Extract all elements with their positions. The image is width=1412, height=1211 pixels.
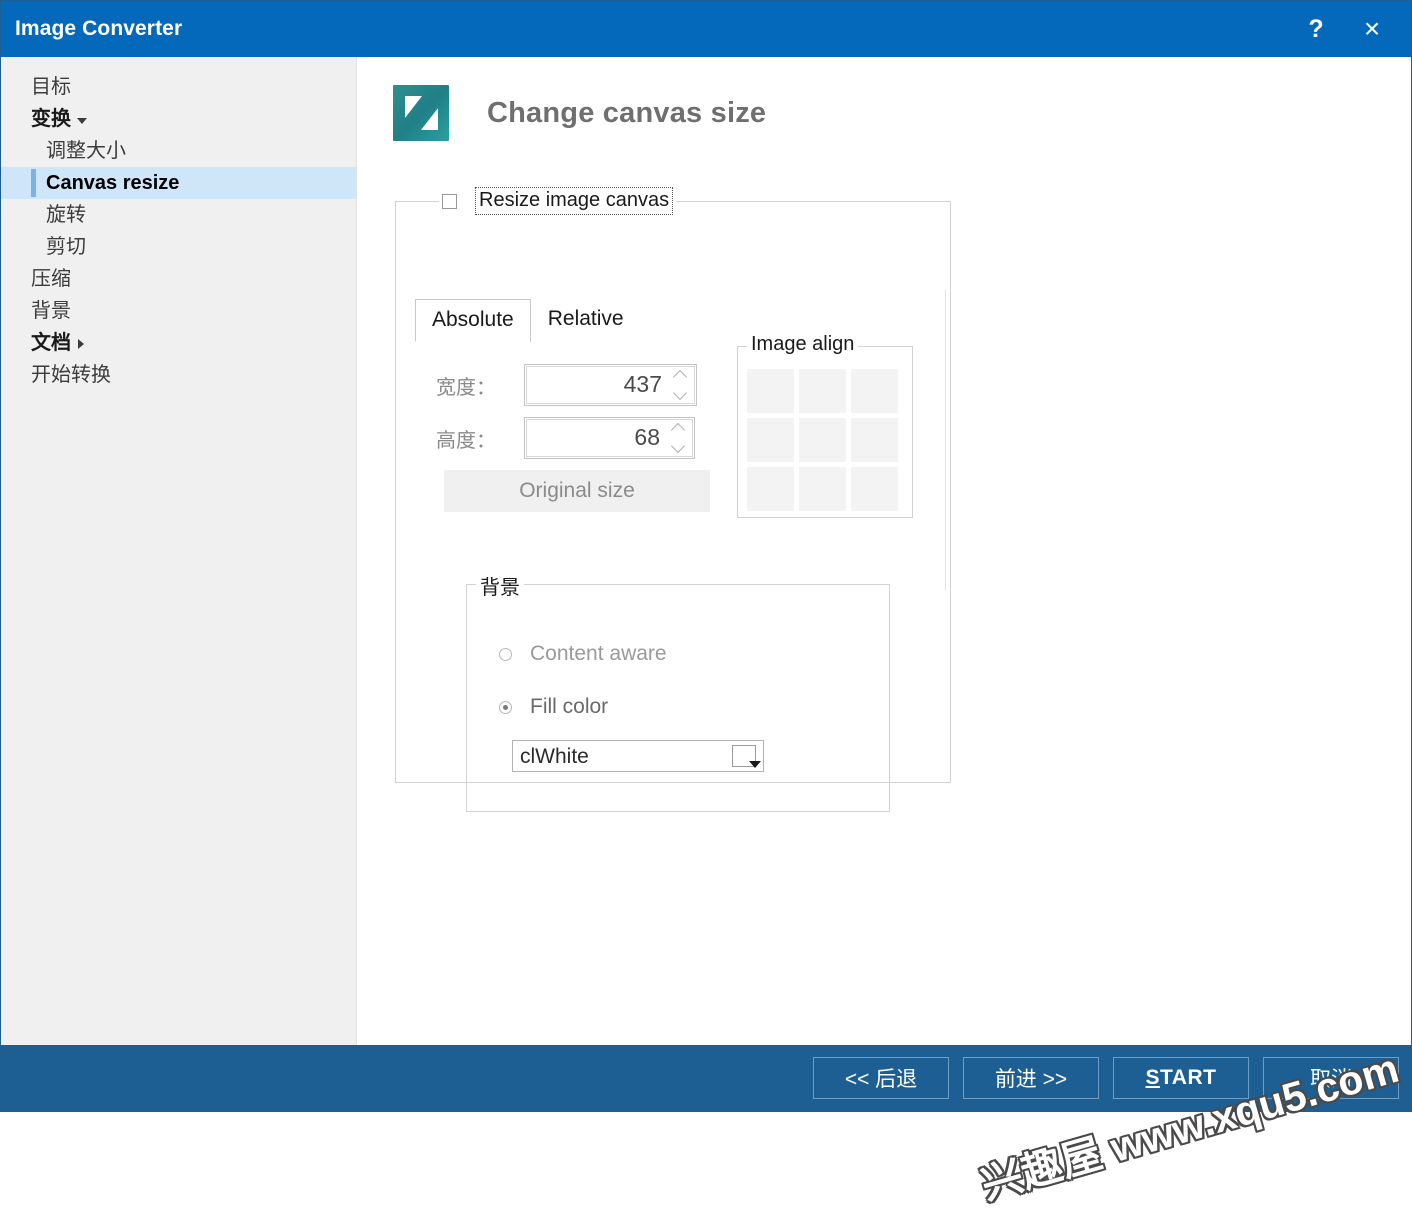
sidebar-item-4[interactable]: 旋转 [1,199,356,231]
sidebar-item-label: 压缩 [31,268,71,290]
height-spinner-buttons[interactable] [667,420,692,457]
panel-divider [945,290,946,590]
sidebar-item-2[interactable]: 调整大小 [1,135,356,167]
sidebar-item-8[interactable]: 文档 [1,327,356,359]
canvas-resize-icon [393,85,449,141]
resize-image-canvas-label[interactable]: Resize image canvas [475,187,674,215]
main-content: Change canvas size Resize image canvas A… [357,57,1411,1045]
size-mode-tabs: Absolute Relative [415,298,641,342]
sidebar-item-label: 开始转换 [31,364,111,386]
align-cell-middle-center[interactable] [799,418,846,462]
chevron-down-icon[interactable] [77,118,87,124]
height-stepper[interactable]: 68 [524,417,695,460]
chevron-down-icon[interactable] [672,386,688,401]
sidebar-item-label: 旋转 [46,204,86,226]
align-cell-top-center[interactable] [799,369,846,413]
image-align-legend: Image align [747,333,859,356]
width-spinner-buttons[interactable] [669,367,694,404]
height-label: 高度： [436,429,496,452]
window-title: Image Converter [15,17,183,40]
align-cell-bottom-right[interactable] [851,467,898,511]
image-align-group: Image align [737,333,913,518]
chevron-up-icon[interactable] [670,423,686,438]
radio-fill-color-mark[interactable] [499,700,512,714]
sidebar-item-label: 变换 [31,108,71,130]
fill-color-combobox[interactable]: clWhite [512,740,764,772]
sidebar-item-6[interactable]: 压缩 [1,263,356,295]
fill-color-swatch-wrap[interactable] [725,741,763,771]
height-field-row: 高度： 68 [436,417,695,460]
align-cell-top-right[interactable] [851,369,898,413]
align-cell-top-left[interactable] [747,369,794,413]
tab-absolute[interactable]: Absolute [415,299,531,342]
chevron-up-icon[interactable] [672,370,688,385]
radio-content-aware[interactable]: Content aware [499,642,667,666]
help-icon[interactable]: ? [1287,1,1345,57]
width-input[interactable]: 437 [527,367,669,404]
width-stepper[interactable]: 437 [524,364,697,407]
resize-image-canvas-checkbox-box[interactable] [442,193,457,209]
resize-image-canvas-checkbox[interactable]: Resize image canvas [439,187,677,215]
width-label: 宽度： [436,376,496,399]
original-size-button[interactable]: Original size [444,470,710,512]
cancel-button[interactable]: 取消 [1263,1057,1399,1099]
sidebar-item-9[interactable]: 开始转换 [1,359,356,391]
close-icon[interactable]: × [1343,1,1401,57]
sidebar-item-5[interactable]: 剪切 [1,231,356,263]
sidebar-item-label: 目标 [31,76,71,98]
chevron-down-icon[interactable] [670,439,686,454]
tab-relative[interactable]: Relative [531,298,641,341]
page-title: Change canvas size [487,96,767,129]
radio-fill-color[interactable]: Fill color [499,695,608,719]
sidebar-navigation: 目标变换调整大小 Canvas resize 旋转剪切压缩背景文档开始转换 [1,57,357,1045]
sidebar-item-1[interactable]: 变换 [1,103,356,135]
align-cell-middle-right[interactable] [851,418,898,462]
sidebar-item-label: 剪切 [46,236,86,258]
start-button[interactable]: S TART [1113,1057,1249,1099]
title-bar: Image Converter ? × [1,1,1411,57]
sidebar-item-label: 背景 [31,300,71,322]
image-align-grid [747,369,898,511]
footer-bar: << 后退 前进 >> S TART 取消 [1,1045,1411,1111]
window-body: 目标 变换 调整大小 Canvas resize 旋转 剪切 压缩 背景 文档 开始转换 Chan… [1,57,1411,1045]
sidebar-item-7[interactable]: 背景 [1,295,356,327]
height-input[interactable]: 68 [527,420,667,457]
background-legend: 背景 [476,571,524,600]
sidebar-item-label: 文档 [31,332,71,354]
radio-content-aware-label: Content aware [530,642,667,665]
align-cell-middle-left[interactable] [747,418,794,462]
next-button[interactable]: 前进 >> [963,1057,1099,1099]
chevron-right-icon[interactable] [78,339,84,349]
page-header: Change canvas size [357,57,1411,141]
align-cell-bottom-center[interactable] [799,467,846,511]
image-converter-window: Image Converter ? × 目标变换调整大小 Canvas resiz… [0,0,1412,1112]
fill-color-value: clWhite [520,744,589,768]
radio-fill-color-label: Fill color [530,695,609,718]
back-button[interactable]: << 后退 [813,1057,949,1099]
sidebar-item-label: Canvas resize [46,172,180,194]
radio-content-aware-mark[interactable] [499,647,512,661]
sidebar-item-label: 调整大小 [46,140,126,162]
resize-image-canvas-group: Resize image canvas Absolute Relative 宽度… [395,187,951,812]
sidebar-item-3[interactable]: Canvas resize [1,167,356,199]
chevron-down-icon[interactable] [749,761,761,768]
align-cell-bottom-left[interactable] [747,467,794,511]
width-field-row: 宽度： 437 [436,364,697,407]
background-group: 背景 Content aware Fill color clWhite [466,571,890,812]
sidebar-item-0[interactable]: 目标 [1,71,356,103]
